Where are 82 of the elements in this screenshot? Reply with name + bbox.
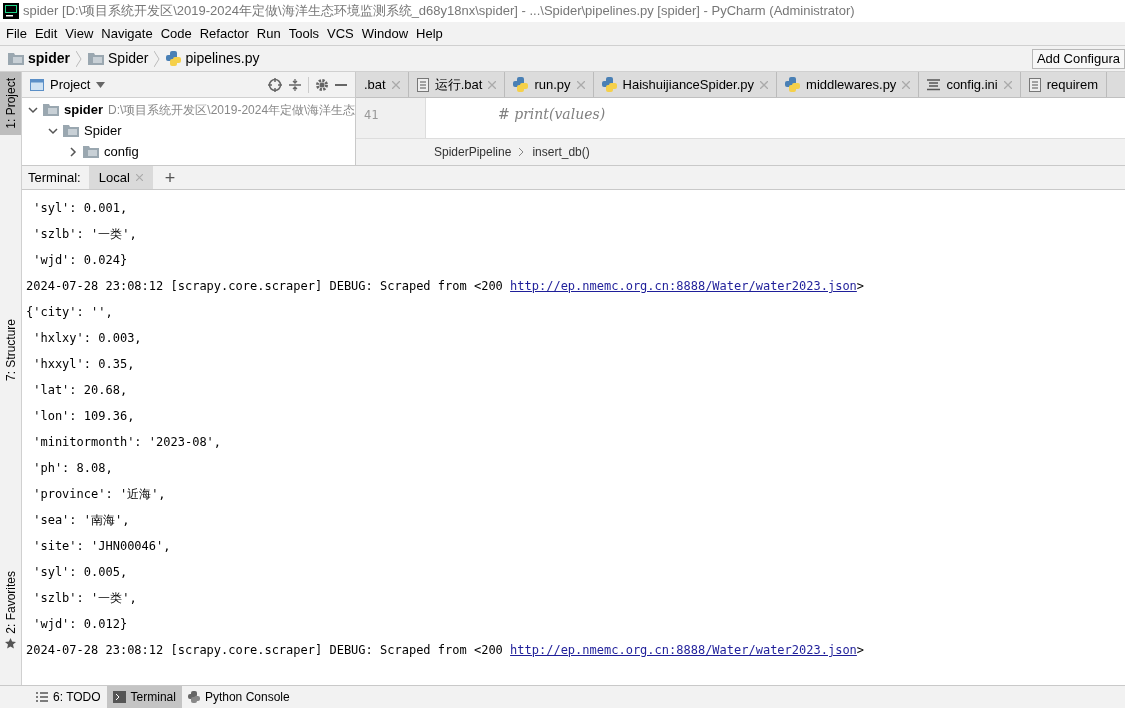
- collapse-icon[interactable]: [288, 77, 302, 92]
- terminal-output-line: 'wjd': 0.024}: [32, 252, 128, 269]
- menu-item[interactable]: Code: [156, 23, 196, 44]
- folder-icon: [83, 145, 99, 158]
- terminal-output-line: 'site': 'JHN00046',: [32, 538, 171, 555]
- line-number: 41: [356, 98, 400, 138]
- code-comment: # print(values): [498, 106, 606, 122]
- tree-item[interactable]: spider: [64, 99, 103, 120]
- folder-icon: [8, 52, 24, 65]
- session-tab[interactable]: Local: [88, 166, 153, 189]
- side-tab[interactable]: 1: Project: [0, 72, 21, 135]
- terminal-output-line: 'lon': 109.36,: [32, 408, 135, 425]
- terminal-label: Terminal:: [28, 168, 81, 187]
- log-text: >: [856, 642, 865, 659]
- list-icon: [36, 692, 48, 702]
- terminal-output-line: 'syl': 0.001,: [32, 200, 128, 217]
- breadcrumb-item[interactable]: spider: [28, 48, 70, 69]
- window-icon: [30, 78, 44, 91]
- menu-item[interactable]: Edit: [30, 23, 62, 44]
- terminal-output-line: 'province': '近海',: [32, 486, 166, 503]
- code-breadcrumb[interactable]: insert_db(): [532, 143, 590, 161]
- menu-item[interactable]: View: [61, 23, 98, 44]
- side-tab[interactable]: 7: Structure: [0, 313, 21, 387]
- terminal-output-line: 'hxlxy': 0.003,: [32, 330, 142, 347]
- log-text: >: [856, 278, 865, 295]
- folder-icon: [63, 124, 79, 137]
- breadcrumb-item[interactable]: pipelines.py: [185, 48, 260, 69]
- add-configuration-button[interactable]: Add Configura: [1031, 48, 1125, 69]
- python-icon: [187, 691, 200, 703]
- dropdown-icon[interactable]: [96, 81, 106, 88]
- url-link[interactable]: http://ep.nmemc.org.cn:8888/Water/water2023.json: [510, 277, 857, 295]
- panel-title[interactable]: Project: [50, 74, 91, 95]
- menu-item[interactable]: VCS: [323, 23, 358, 44]
- app-logo-icon: [3, 3, 19, 19]
- log-text: 2024-07-28 23:08:12 [scrapy.core.scraper] DEBUG: Scraped from <200: [26, 642, 504, 659]
- url-link[interactable]: http://ep.nmemc.org.cn:8888/Water/water2023.json: [510, 641, 857, 659]
- folder-icon: [43, 103, 59, 116]
- menu-item[interactable]: Run: [252, 23, 285, 44]
- chevron-icon: [76, 50, 82, 67]
- minimize-icon[interactable]: [335, 83, 347, 86]
- terminal-output-line: 'szlb': '一类',: [32, 226, 137, 243]
- menu-item[interactable]: Refactor: [195, 23, 253, 44]
- code-breadcrumb[interactable]: SpiderPipeline: [434, 143, 512, 161]
- window-title: spider [D:\项目系统开发区\2019-2024年定做\海洋生态环境监测系统_d68y18nx\spider] - ...\Spider\pipelines.py [spider] - PyCharm (Administrator): [23, 2, 855, 21]
- python-file-icon: [166, 51, 182, 66]
- terminal-icon: [112, 691, 126, 703]
- terminal-output-line: 'lat': 20.68,: [32, 382, 128, 399]
- terminal-output-line: 'minitormonth': '2023-08',: [32, 434, 222, 451]
- menu-item[interactable]: File: [2, 23, 31, 44]
- tool-window-tab[interactable]: 6: TODO: [30, 686, 107, 708]
- tool-window-tab[interactable]: Python Console: [181, 686, 296, 708]
- python-file-icon: [601, 77, 617, 92]
- chevron-icon: [519, 148, 525, 156]
- breadcrumb-item[interactable]: Spider: [108, 48, 149, 69]
- python-file-icon: [785, 77, 801, 92]
- log-text: 2024-07-28 23:08:12 [scrapy.core.scraper] DEBUG: Scraped from <200: [26, 278, 504, 295]
- text-file-icon: [416, 77, 429, 92]
- terminal-output-line: 'hxxyl': 0.35,: [32, 356, 135, 373]
- star-icon: [5, 638, 16, 649]
- folder-icon: [88, 52, 104, 65]
- terminal-output-line: {'city': '',: [26, 304, 113, 321]
- folder-path: D:\项目系统开发区\2019-2024年定做\海洋生态: [108, 101, 355, 119]
- menu-item[interactable]: Help: [412, 23, 447, 44]
- menu-item[interactable]: Window: [357, 23, 413, 44]
- chevron-icon: [154, 50, 161, 67]
- menu-item[interactable]: Navigate: [97, 23, 157, 44]
- text-file-icon: [1028, 77, 1041, 92]
- terminal-output-line: 'syl': 0.005,: [32, 564, 128, 581]
- settings-icon[interactable]: [315, 77, 329, 92]
- menu-item[interactable]: Tools: [284, 23, 324, 44]
- side-tab[interactable]: 2: Favorites: [0, 565, 21, 655]
- python-file-icon: [513, 77, 529, 92]
- new-tab-button[interactable]: +: [164, 168, 176, 187]
- terminal-output-line: 'szlb': '一类',: [32, 590, 137, 607]
- terminal-output-line: 'ph': 8.08,: [32, 460, 113, 477]
- tree-item[interactable]: config: [104, 141, 139, 162]
- tool-window-tab[interactable]: Terminal: [106, 686, 182, 708]
- list-icon: [927, 78, 941, 91]
- tree-item[interactable]: Spider: [84, 120, 122, 141]
- terminal-output-line: 'sea': '南海',: [32, 512, 130, 529]
- terminal-output-line: 'wjd': 0.012}: [32, 616, 128, 633]
- locate-icon[interactable]: [268, 77, 282, 92]
